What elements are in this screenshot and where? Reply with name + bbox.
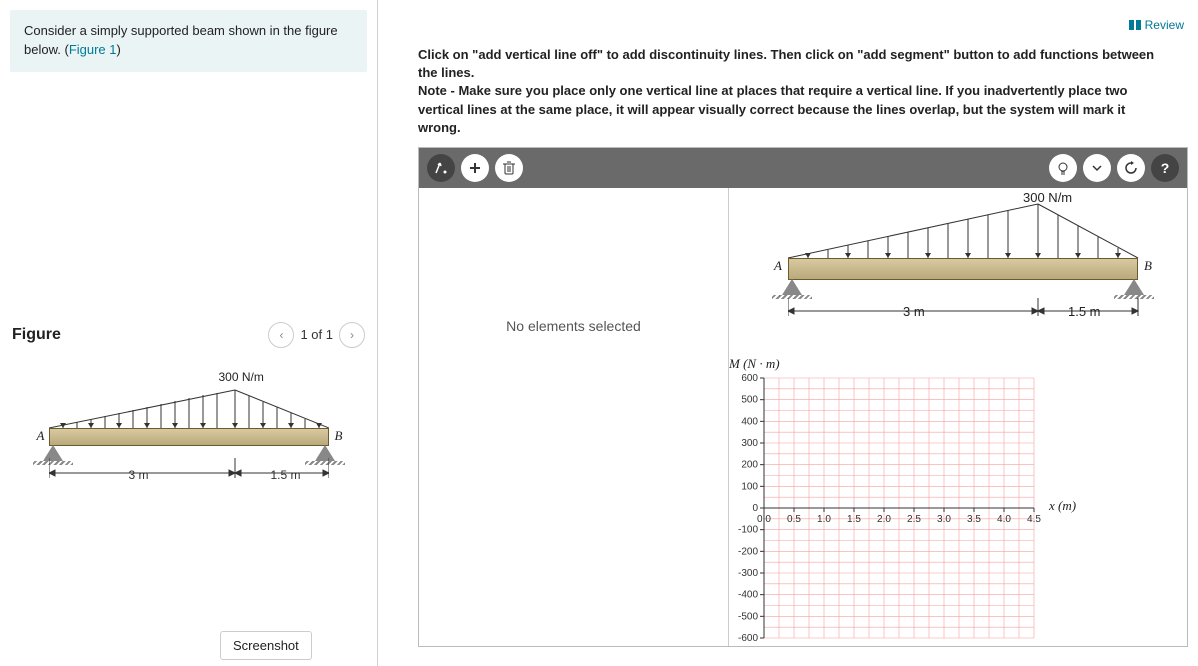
point-b-label: B <box>335 428 343 444</box>
reset-button[interactable] <box>1117 154 1145 182</box>
point-a-label: A <box>37 428 45 444</box>
add-segment-button[interactable] <box>461 154 489 182</box>
svg-text:0.0: 0.0 <box>757 514 771 525</box>
editor-toolbar: ? <box>419 148 1187 188</box>
problem-panel: Consider a simply supported beam shown i… <box>0 0 378 666</box>
plot-editor: ? No elements selected <box>418 147 1188 647</box>
screenshot-badge: Screenshot <box>220 631 312 660</box>
plus-icon <box>468 161 482 175</box>
add-vertical-line-button[interactable] <box>427 154 455 182</box>
figure-canvas: 300 N/m A B 3 m 1.5 m <box>12 378 365 558</box>
answer-panel: Review Click on "add vertical line off" … <box>378 0 1198 666</box>
svg-text:-300: -300 <box>738 568 758 579</box>
dim-1-large: 3 m <box>903 304 925 319</box>
reset-icon <box>1124 161 1138 175</box>
figure-heading: Figure <box>12 326 61 344</box>
problem-statement: Consider a simply supported beam shown i… <box>10 10 367 72</box>
svg-text:-400: -400 <box>738 590 758 601</box>
review-label: Review <box>1145 18 1184 32</box>
dim-2-large: 1.5 m <box>1068 304 1101 319</box>
instruction-line-2: Note - Make sure you place only one vert… <box>418 82 1158 137</box>
help-button[interactable]: ? <box>1151 154 1179 182</box>
figure-pager: ‹ 1 of 1 › <box>268 322 365 348</box>
chevron-down-icon <box>1092 163 1102 173</box>
svg-text:-600: -600 <box>738 633 758 644</box>
hint-button[interactable] <box>1049 154 1077 182</box>
dim-1: 3 m <box>129 468 149 488</box>
review-icon <box>1129 20 1141 30</box>
point-b-large: B <box>1144 258 1152 274</box>
review-link[interactable]: Review <box>1129 18 1184 32</box>
svg-text:-100: -100 <box>738 525 758 536</box>
svg-text:3.0: 3.0 <box>937 514 951 525</box>
svg-text:-200: -200 <box>738 546 758 557</box>
svg-text:100: 100 <box>741 481 758 492</box>
svg-text:-500: -500 <box>738 611 758 622</box>
delete-button[interactable] <box>495 154 523 182</box>
plot-canvas[interactable]: 300 N/m A B <box>729 188 1187 646</box>
svg-text:400: 400 <box>741 416 758 427</box>
pager-text: 1 of 1 <box>300 327 333 342</box>
trash-icon <box>503 161 515 175</box>
dim-2: 1.5 m <box>271 468 301 488</box>
svg-text:2.5: 2.5 <box>907 514 921 525</box>
svg-text:0.5: 0.5 <box>787 514 801 525</box>
svg-text:4.0: 4.0 <box>997 514 1011 525</box>
lightbulb-icon <box>1056 161 1070 175</box>
svg-text:300: 300 <box>741 438 758 449</box>
figure-link[interactable]: Figure 1 <box>69 42 117 57</box>
moment-plot[interactable]: M (N · m) 6005004003002001000-100-200-30… <box>729 356 1099 646</box>
figure-next-button[interactable]: › <box>339 322 365 348</box>
point-a-large: A <box>774 258 782 274</box>
svg-text:500: 500 <box>741 395 758 406</box>
svg-text:200: 200 <box>741 460 758 471</box>
dropdown-button[interactable] <box>1083 154 1111 182</box>
load-label: 300 N/m <box>219 370 264 384</box>
svg-text:3.5: 3.5 <box>967 514 981 525</box>
svg-text:1.0: 1.0 <box>817 514 831 525</box>
svg-text:2.0: 2.0 <box>877 514 891 525</box>
svg-text:1.5: 1.5 <box>847 514 861 525</box>
svg-text:0: 0 <box>752 503 758 514</box>
question-icon: ? <box>1161 160 1170 176</box>
svg-text:600: 600 <box>741 373 758 384</box>
selection-info-panel: No elements selected <box>419 188 729 646</box>
instructions: Click on "add vertical line off" to add … <box>418 46 1158 137</box>
no-selection-text: No elements selected <box>506 318 641 334</box>
x-axis-label: x (m) <box>1049 498 1076 514</box>
load-label-large: 300 N/m <box>1023 190 1072 205</box>
figure-prev-button[interactable]: ‹ <box>268 322 294 348</box>
prompt-suffix: ) <box>117 42 121 57</box>
load-diagram <box>49 388 329 428</box>
instruction-line-1: Click on "add vertical line off" to add … <box>418 46 1158 82</box>
svg-text:4.5: 4.5 <box>1027 514 1041 525</box>
